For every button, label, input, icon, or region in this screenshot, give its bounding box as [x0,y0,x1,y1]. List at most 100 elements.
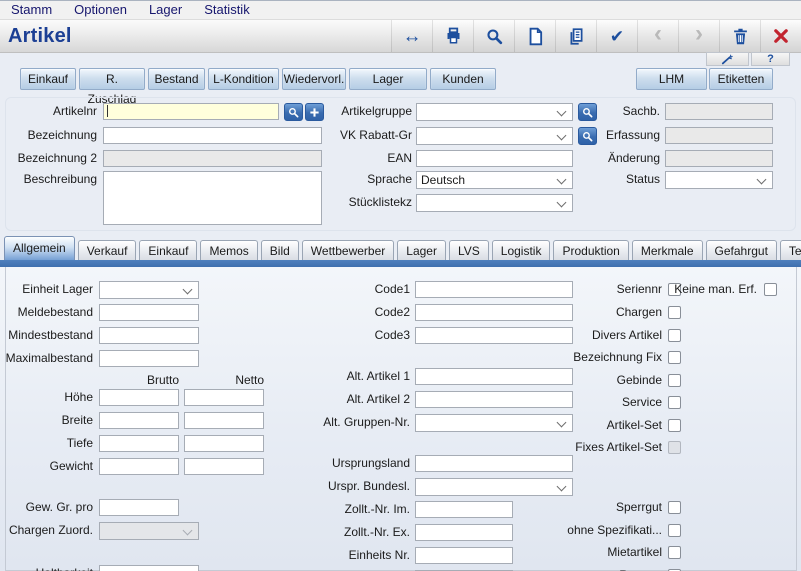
tiefe-brutto-input[interactable] [99,435,179,452]
tab-merkmale[interactable]: Merkmale [632,240,703,260]
menu-item-optionen[interactable]: Optionen [63,1,138,19]
label-bezeichnung-fix: Bezeichnung Fix [500,349,662,366]
checkbox-gebinde[interactable] [668,374,681,387]
status-select[interactable] [665,171,773,189]
label-ohne-spezifikati: ohne Spezifikati... [500,522,662,539]
brutto-column-header: Brutto [99,372,179,389]
tab-produktion[interactable]: Produktion [553,240,628,260]
checkbox-keine-man-erf[interactable] [764,283,777,296]
label-haltbarkeit: Haltbarkeit [0,565,93,571]
previous-record-button[interactable]: ‹ [637,20,678,52]
checkbox-bezeichnung-fix[interactable] [668,351,681,364]
action-button-row: EinkaufR. ZuschlagBestandL-KonditionWied… [0,68,801,92]
höhe-brutto-input[interactable] [99,389,179,406]
tab-gefahrgut[interactable]: Gefahrgut [706,240,777,260]
label-seriennr: Seriennr [500,281,662,298]
tab-allgemein[interactable]: Allgemein [4,236,75,260]
confirm-button[interactable]: ✔ [596,20,637,52]
new-document-icon [527,27,544,46]
tab-textdruck[interactable]: Textdruck [780,240,801,260]
menu-item-statistik[interactable]: Statistik [193,1,261,19]
gew-gr-pro-input[interactable] [99,499,179,516]
gewicht-brutto-input[interactable] [99,458,179,475]
checkbox-chargen[interactable] [668,306,681,319]
label-maximalbestand: Maximalbestand [0,350,93,367]
action-button-etiketten[interactable]: Etiketten [709,68,773,90]
tab-lvs[interactable]: LVS [449,240,489,260]
next-record-button[interactable]: › [678,20,719,52]
tab-verkauf[interactable]: Verkauf [78,240,137,260]
zollt-nr-ex-input[interactable] [415,524,513,541]
copy-button[interactable] [555,20,596,52]
delete-button[interactable] [719,20,760,52]
tab-page-allgemein: Einheit LagerMeldebestandMindestbestandM… [0,267,801,571]
vk-rabatt-gr-select[interactable] [416,127,573,145]
search-button[interactable] [473,20,514,52]
label-tiefe: Tiefe [0,435,93,452]
menu-item-lager[interactable]: Lager [138,1,193,19]
text-caret [107,105,108,117]
aenderung-input [665,150,773,167]
menu-item-stamm[interactable]: Stamm [0,1,63,19]
zollt-nr-im-input[interactable] [415,501,513,518]
einheits-nr-input[interactable] [415,547,513,564]
label-gewicht: Gewicht [0,458,93,475]
haltbarkeit-input[interactable] [99,565,199,571]
artikelnr-input[interactable] [103,103,279,120]
action-button-bestand[interactable]: Bestand [148,68,205,90]
label-alt-artikel-2: Alt. Artikel 2 [250,391,410,408]
tiefe-netto-input[interactable] [184,435,264,452]
action-button-wiedervorl[interactable]: Wiedervorl. [282,68,346,90]
label-keine-man-erf: Keine man. Erf. [662,281,757,298]
print-button[interactable] [432,20,473,52]
magic-wand-icon [721,54,734,65]
title-bar: Artikel ↔ ✔ ‹ [0,20,801,53]
toolbar: ↔ ✔ ‹ › [391,20,801,52]
action-button-l-kondition[interactable]: L-Kondition [208,68,279,90]
stuecklistekz-select[interactable] [416,194,573,212]
wizard-button[interactable] [706,52,749,66]
action-button-einkauf[interactable]: Einkauf [20,68,76,90]
tab-lager[interactable]: Lager [397,240,446,260]
printer-icon [444,27,463,45]
einheit-lager-select[interactable] [99,281,199,299]
checkbox-artikel-set[interactable] [668,419,681,432]
meldebestand-input[interactable] [99,304,199,321]
artikelnr-label: Artikelnr [0,103,97,120]
help-button[interactable]: ? [751,52,790,66]
label-urspr-bundesl: Urspr. Bundesl. [250,478,410,495]
maximalbestand-input[interactable] [99,350,199,367]
breite-brutto-input[interactable] [99,412,179,429]
sprache-select[interactable]: Deutsch [416,171,573,189]
tab-logistik[interactable]: Logistik [492,240,551,260]
chevron-right-icon: › [695,22,703,46]
checkbox-service[interactable] [668,396,681,409]
tab-wettbewerber[interactable]: Wettbewerber [302,240,394,260]
mindestbestand-input[interactable] [99,327,199,344]
checkbox-divers-artikel[interactable] [668,329,681,342]
article-header-form: Artikelnr Bezeichnung Bezeichnung 2 Besc… [0,95,801,233]
close-button[interactable] [760,20,801,52]
checkbox-mietartikel[interactable] [668,546,681,559]
resize-button[interactable]: ↔ [391,20,432,52]
tab-memos[interactable]: Memos [200,240,257,260]
checkbox-sperrgut[interactable] [668,501,681,514]
action-button-lhm[interactable]: LHM [636,68,707,90]
action-button-kunden[interactable]: Kunden [430,68,496,90]
status-label: Status [590,171,660,188]
tab-einkauf[interactable]: Einkauf [139,240,197,260]
resize-horizontal-icon: ↔ [403,27,422,46]
new-record-button[interactable] [514,20,555,52]
label-chargen: Chargen [500,304,662,321]
checkbox-ohne-spezifikati[interactable] [668,524,681,537]
tab-bild[interactable]: Bild [261,240,299,260]
action-button-r-zuschlag[interactable]: R. Zuschlag [79,68,145,90]
ean-input[interactable] [416,150,573,167]
urspr-bundesl-select[interactable] [415,478,573,496]
page-title: Artikel [0,25,72,48]
label-einheits-nr: Einheits Nr. [250,547,410,564]
ean-label: EAN [290,150,412,167]
action-button-lager[interactable]: Lager [349,68,427,90]
ursprungsland-input[interactable] [415,455,573,472]
artikelgruppe-select[interactable] [416,103,573,121]
